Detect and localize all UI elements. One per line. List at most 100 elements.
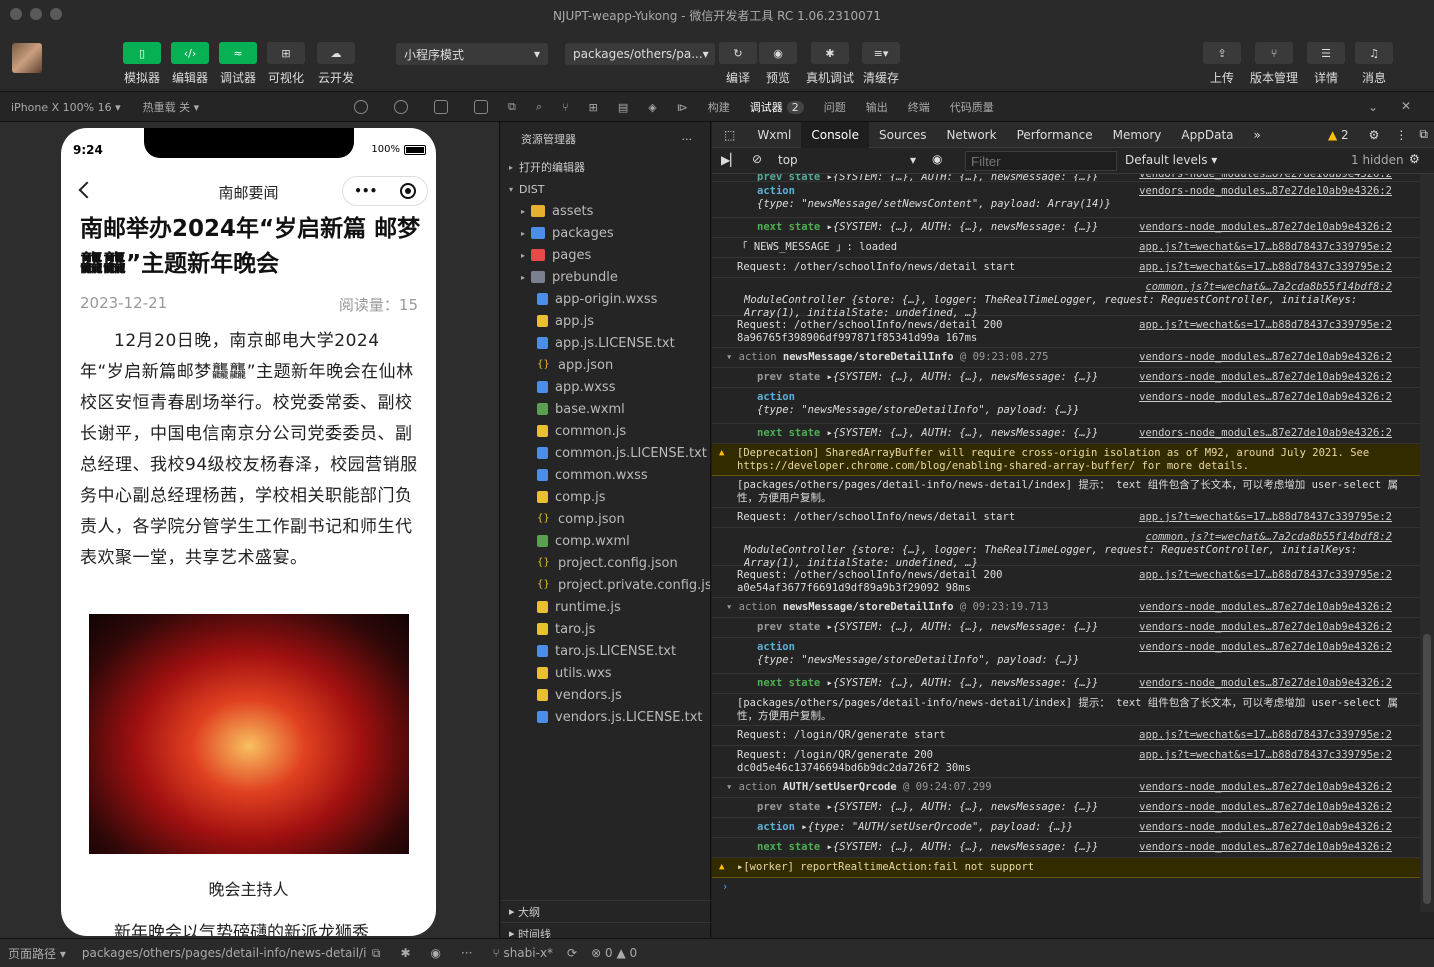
log-levels-select[interactable]: Default levels ▾	[1125, 153, 1217, 167]
record-icon[interactable]	[394, 100, 408, 114]
files-icon[interactable]: ⧉	[508, 100, 516, 114]
file-item[interactable]: {} app.json	[501, 354, 710, 376]
more-tabs-icon[interactable]: »	[1244, 122, 1271, 148]
source-link[interactable]: vendors-node_modules…87e27de10ab9e4326:2	[1139, 601, 1392, 614]
dock-icon[interactable]: ⧉	[1413, 127, 1434, 142]
file-item[interactable]: app.js	[501, 310, 710, 332]
source-link[interactable]: vendors-node_modules…87e27de10ab9e4326:2	[1139, 185, 1392, 198]
real-device-debug-button[interactable]: ✱ 真机调试	[806, 42, 854, 86]
devtools-tab-sources[interactable]: Sources	[869, 122, 936, 148]
close-window-button[interactable]	[10, 8, 22, 20]
outline-section[interactable]: ▸ 大纲	[501, 900, 711, 922]
devtools-tab-performance[interactable]: Performance	[1007, 122, 1103, 148]
git-icon[interactable]: ⑂	[562, 101, 569, 114]
source-link[interactable]: app.js?t=wechat&s=17…b88d78437c339795e:2	[1139, 511, 1392, 524]
hotreload-select[interactable]: 热重载 关 ▾	[143, 99, 200, 115]
bug-icon[interactable]: ✱	[380, 946, 410, 960]
source-link[interactable]: app.js?t=wechat&s=17…b88d78437c339795e:2	[1139, 319, 1392, 332]
file-item[interactable]: {} project.config.json	[501, 552, 710, 574]
warning-count[interactable]: ▲ 2	[1328, 128, 1359, 142]
tab-build[interactable]: 构建	[708, 99, 730, 115]
editor-toggle[interactable]: ‹/› 编辑器	[168, 42, 212, 86]
file-item[interactable]: vendors.js.LICENSE.txt	[501, 706, 710, 728]
tab-issues[interactable]: 问题	[824, 99, 846, 115]
storage-icon[interactable]: ▤	[618, 101, 628, 114]
compile-button[interactable]: ↻ 编译	[716, 42, 760, 86]
minimize-window-button[interactable]	[30, 8, 42, 20]
simulator-toggle[interactable]: ▯ 模拟器	[120, 42, 164, 86]
rotate-icon[interactable]	[354, 100, 368, 114]
source-link[interactable]: vendors-node_modules…87e27de10ab9e4326:2	[1139, 351, 1392, 364]
clear-console-icon[interactable]: ⊘	[752, 152, 762, 166]
file-item[interactable]: utils.wxs	[501, 662, 710, 684]
source-link[interactable]: common.js?t=wechat&…7a2cda8b55f14bdf8:2	[1145, 281, 1392, 294]
gear-icon[interactable]: ⚙	[1359, 128, 1390, 142]
devtools-tab-console[interactable]: Console	[801, 121, 869, 148]
devtools-tab-memory[interactable]: Memory	[1103, 122, 1172, 148]
tab-terminal[interactable]: 终端	[908, 99, 930, 115]
window-icon[interactable]	[474, 100, 488, 114]
source-link[interactable]: vendors-node_modules…87e27de10ab9e4326:2	[1139, 677, 1392, 690]
source-link[interactable]: app.js?t=wechat&s=17…b88d78437c339795e:2	[1139, 729, 1392, 742]
eye-icon[interactable]: ◉	[932, 152, 942, 166]
copy-icon[interactable]: ⧉	[366, 946, 381, 961]
file-item[interactable]: runtime.js	[501, 596, 710, 618]
devtools-tab-wxml[interactable]: Wxml	[747, 122, 801, 148]
source-link[interactable]: app.js?t=wechat&s=17…b88d78437c339795e:2	[1139, 241, 1392, 254]
source-link[interactable]: vendors-node_modules…87e27de10ab9e4326:2	[1139, 841, 1392, 854]
inspect-icon[interactable]: ⬚	[712, 122, 747, 148]
tab-output[interactable]: 输出	[866, 99, 888, 115]
file-item[interactable]: common.wxss	[501, 464, 710, 486]
source-link[interactable]: vendors-node_modules…87e27de10ab9e4326:2	[1139, 391, 1392, 404]
sidebar-toggle-icon[interactable]: ▶▏	[721, 153, 739, 167]
folder-item[interactable]: ▸ prebundle	[501, 266, 710, 288]
tab-debugger[interactable]: 调试器 2	[750, 99, 804, 115]
console-prompt[interactable]: ›	[712, 878, 1420, 896]
page-path[interactable]: packages/others/pages/detail-info/news-d…	[66, 946, 366, 960]
close-target-icon[interactable]	[399, 183, 416, 199]
file-item[interactable]: app.wxss	[501, 376, 710, 398]
log-group[interactable]: ▾ action AUTH/setUserQrcode @ 09:24:07.2…	[712, 778, 1420, 798]
file-item[interactable]: comp.js	[501, 486, 710, 508]
source-link[interactable]: common.js?t=wechat&…7a2cda8b55f14bdf8:2	[1145, 531, 1392, 544]
upload-button[interactable]: ⇪ 上传	[1200, 42, 1244, 86]
more-icon[interactable]: ···	[682, 133, 693, 146]
console-filter-input[interactable]	[965, 151, 1117, 171]
device-select[interactable]: iPhone X 100% 16 ▾	[11, 101, 121, 114]
devtools-tab-appdata[interactable]: AppData	[1171, 122, 1243, 148]
file-item[interactable]: taro.js	[501, 618, 710, 640]
source-link[interactable]: vendors-node_modules…87e27de10ab9e4326:2	[1139, 821, 1392, 834]
folder-item[interactable]: ▸ assets	[501, 200, 710, 222]
source-link[interactable]: app.js?t=wechat&s=17…b88d78437c339795e:2	[1139, 569, 1392, 582]
source-link[interactable]: vendors-node_modules…87e27de10ab9e4326:2	[1139, 221, 1392, 234]
phone-icon[interactable]	[434, 100, 448, 114]
console-scrollbar[interactable]	[1420, 174, 1434, 912]
more-icon[interactable]: •••	[354, 184, 377, 198]
file-item[interactable]: {} comp.json	[501, 508, 710, 530]
cloud-dev-button[interactable]: ☁ 云开发	[314, 42, 358, 86]
file-item[interactable]: vendors.js	[501, 684, 710, 706]
version-control-button[interactable]: ⑂ 版本管理	[1250, 42, 1298, 86]
file-item[interactable]: {} project.private.config.js...	[501, 574, 710, 596]
page-path-select[interactable]: 页面路径 ▾	[0, 945, 66, 962]
details-button[interactable]: ☰ 详情	[1304, 42, 1348, 86]
source-link[interactable]: vendors-node_modules…87e27de10ab9e4326:2	[1139, 621, 1392, 634]
chevron-down-icon[interactable]: ⌄	[1368, 100, 1378, 114]
messages-button[interactable]: ♫ 消息	[1352, 42, 1396, 86]
mode-select[interactable]: 小程序模式 ▾	[396, 43, 548, 65]
file-item[interactable]: comp.wxml	[501, 530, 710, 552]
file-item[interactable]: app.js.LICENSE.txt	[501, 332, 710, 354]
log-group[interactable]: ▾ action newsMessage/storeDetailInfo @ 0…	[712, 348, 1420, 368]
source-link[interactable]: vendors-node_modules…87e27de10ab9e4326:2	[1139, 427, 1392, 440]
file-item[interactable]: base.wxml	[501, 398, 710, 420]
file-item[interactable]: common.js.LICENSE.txt	[501, 442, 710, 464]
sync-icon[interactable]: ⟳	[553, 946, 577, 960]
source-link[interactable]: app.js?t=wechat&s=17…b88d78437c339795e:2	[1139, 261, 1392, 274]
git-branch[interactable]: ⑂ shabi-x*	[472, 946, 553, 960]
debugger-toggle[interactable]: ≈ 调试器	[216, 42, 260, 86]
eye-icon[interactable]: ◉	[411, 946, 441, 960]
source-link[interactable]: vendors-node_modules…87e27de10ab9e4326:2	[1139, 781, 1392, 794]
source-link[interactable]: vendors-node_modules…87e27de10ab9e4326:2	[1139, 641, 1392, 654]
source-link[interactable]: vendors-node_modules…87e27de10ab9e4326:2	[1139, 371, 1392, 384]
extensions-icon[interactable]: ⊞	[589, 101, 598, 114]
